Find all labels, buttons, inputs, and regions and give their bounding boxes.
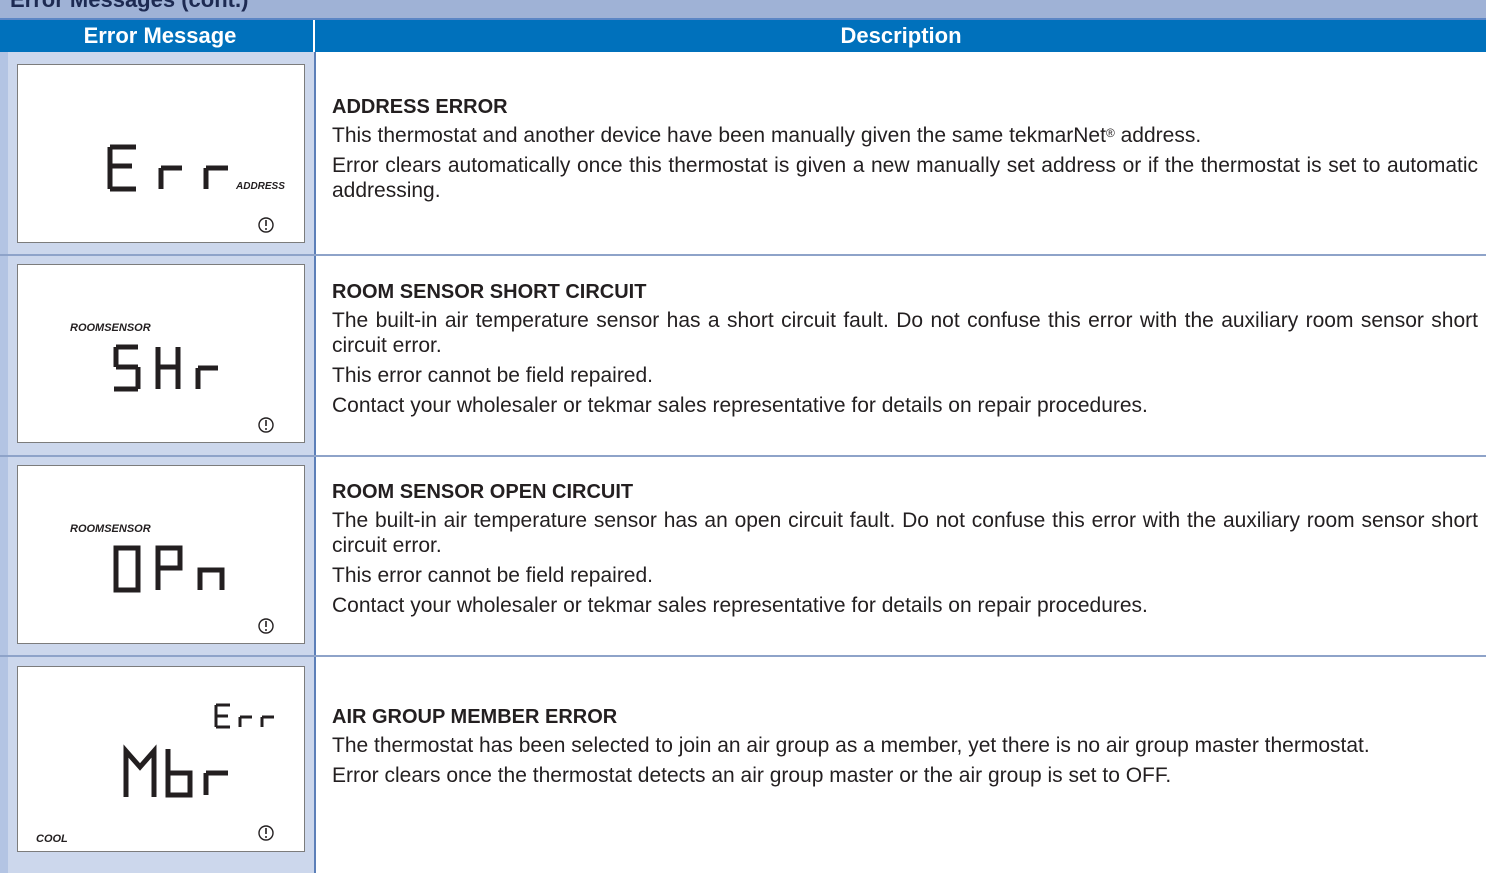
description-line: Contact your wholesaler or tekmar sales … bbox=[332, 594, 1148, 617]
row-description-open-circuit: ROOM SENSOR OPEN CIRCUIT The built-in ai… bbox=[332, 480, 1478, 618]
description-line: The built-in air temperature sensor has … bbox=[332, 309, 1478, 357]
display-column-edge bbox=[0, 52, 8, 873]
header-description: Description bbox=[840, 23, 962, 48]
section-title: Error Messages (cont.) bbox=[10, 0, 248, 13]
header-error-message: Error Message bbox=[83, 23, 237, 48]
table-header: Error Message Description bbox=[0, 18, 1486, 52]
row-divider bbox=[0, 254, 1486, 256]
description-line: This error cannot be field repaired. bbox=[332, 564, 653, 587]
description-line: Error clears once the thermostat detects… bbox=[332, 764, 1172, 787]
description-line: Error clears automatically once this the… bbox=[332, 154, 1478, 202]
lcd-segments-mbr bbox=[123, 744, 228, 798]
description-line: Contact your wholesaler or tekmar sales … bbox=[332, 394, 1148, 417]
row-title: AIR GROUP MEMBER ERROR bbox=[332, 706, 618, 728]
row-title: ROOM SENSOR SHORT CIRCUIT bbox=[332, 281, 647, 303]
lcd-segments-err bbox=[107, 144, 228, 192]
description-line: The built-in air temperature sensor has … bbox=[332, 509, 1478, 557]
header-divider bbox=[313, 20, 315, 52]
description-line: The thermostat has been selected to join… bbox=[332, 734, 1370, 757]
column-divider bbox=[314, 52, 316, 873]
row-description-short-circuit: ROOM SENSOR SHORT CIRCUIT The built-in a… bbox=[332, 280, 1478, 418]
warning-icon bbox=[258, 825, 274, 841]
lcd-display-address-error: ADDRESS bbox=[17, 64, 305, 243]
description-line: This error cannot be field repaired. bbox=[332, 364, 653, 387]
lcd-segments-opn bbox=[113, 545, 225, 593]
lcd-segments-shr bbox=[113, 344, 218, 392]
lcd-display-air-group-member: COOL bbox=[17, 666, 305, 852]
lcd-label: ADDRESS bbox=[235, 181, 285, 192]
lcd-label: ROOMSENSOR bbox=[70, 322, 151, 334]
warning-icon bbox=[258, 417, 274, 433]
row-divider bbox=[0, 655, 1486, 657]
lcd-display-short-circuit: ROOMSENSOR bbox=[17, 264, 305, 443]
lcd-label: COOL bbox=[36, 833, 68, 845]
lcd-display-open-circuit: ROOMSENSOR bbox=[17, 465, 305, 644]
row-description-air-group-member: AIR GROUP MEMBER ERROR The thermostat ha… bbox=[332, 705, 1478, 788]
row-title: ROOM SENSOR OPEN CIRCUIT bbox=[332, 481, 634, 503]
row-description-address-error: ADDRESS ERROR This thermostat and anothe… bbox=[332, 95, 1478, 203]
description-line: This thermostat and another device have … bbox=[332, 124, 1202, 147]
lcd-segments-top-err bbox=[214, 703, 274, 729]
section-title-strip: Error Messages (cont.) bbox=[0, 0, 1486, 18]
row-divider bbox=[0, 455, 1486, 457]
warning-icon bbox=[258, 217, 274, 233]
row-title: ADDRESS ERROR bbox=[332, 96, 508, 118]
lcd-label: ROOMSENSOR bbox=[70, 523, 151, 535]
warning-icon bbox=[258, 618, 274, 634]
